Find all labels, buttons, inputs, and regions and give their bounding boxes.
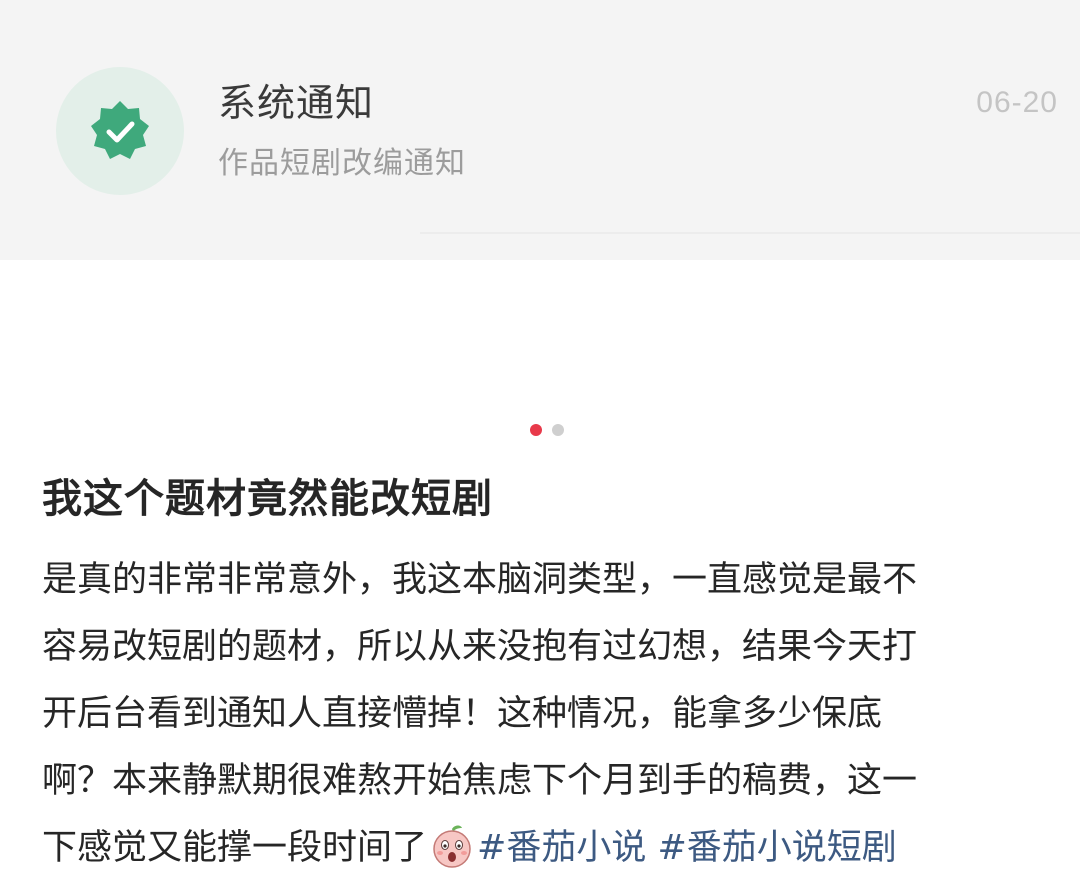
notification-screenshot-card: 系统通知 作品短剧改编通知 06-20 (0, 0, 1080, 260)
post-body-line: 容易改短剧的题材，所以从来没抱有过幻想，结果今天打 (42, 627, 918, 667)
carousel-dot-2[interactable] (552, 424, 564, 436)
post-body-last-text: 下感觉又能撑一段时间了 (42, 828, 428, 868)
notification-date: 06-20 (976, 86, 1058, 119)
note-page: 系统通知 作品短剧改编通知 06-20 我这个题材竟然能改短剧 是真的非常非常意… (0, 0, 1080, 889)
post-body-last-line: 下感觉又能撑一段时间了 #番茄小说 #番茄小说短剧 (42, 815, 1042, 882)
carousel-indicator (0, 424, 1080, 436)
hashtag-link[interactable]: #番茄小说 (477, 828, 646, 868)
post-body-line: 啊？本来静默期很难熬开始焦虑下个月到手的稿费，这一 (42, 761, 918, 801)
post-body-line: 是真的非常非常意外，我这本脑洞类型，一直感觉是最不 (42, 560, 918, 600)
post-body-line: 开后台看到通知人直接懵掉！这种情况，能拿多少保底 (42, 694, 883, 734)
hashtag-link[interactable]: #番茄小说短剧 (657, 828, 896, 868)
divider (420, 232, 1080, 234)
verified-badge-icon (91, 101, 149, 159)
post-title: 我这个题材竟然能改短剧 (42, 476, 493, 522)
carousel-dot-1[interactable] (530, 424, 542, 436)
notification-title: 系统通知 (218, 81, 375, 125)
peach-shocked-emoji-icon (433, 825, 471, 868)
post-body: 是真的非常非常意外，我这本脑洞类型，一直感觉是最不 容易改短剧的题材，所以从来没… (42, 547, 1042, 882)
system-avatar (56, 67, 184, 195)
notification-subtitle: 作品短剧改编通知 (218, 146, 466, 181)
